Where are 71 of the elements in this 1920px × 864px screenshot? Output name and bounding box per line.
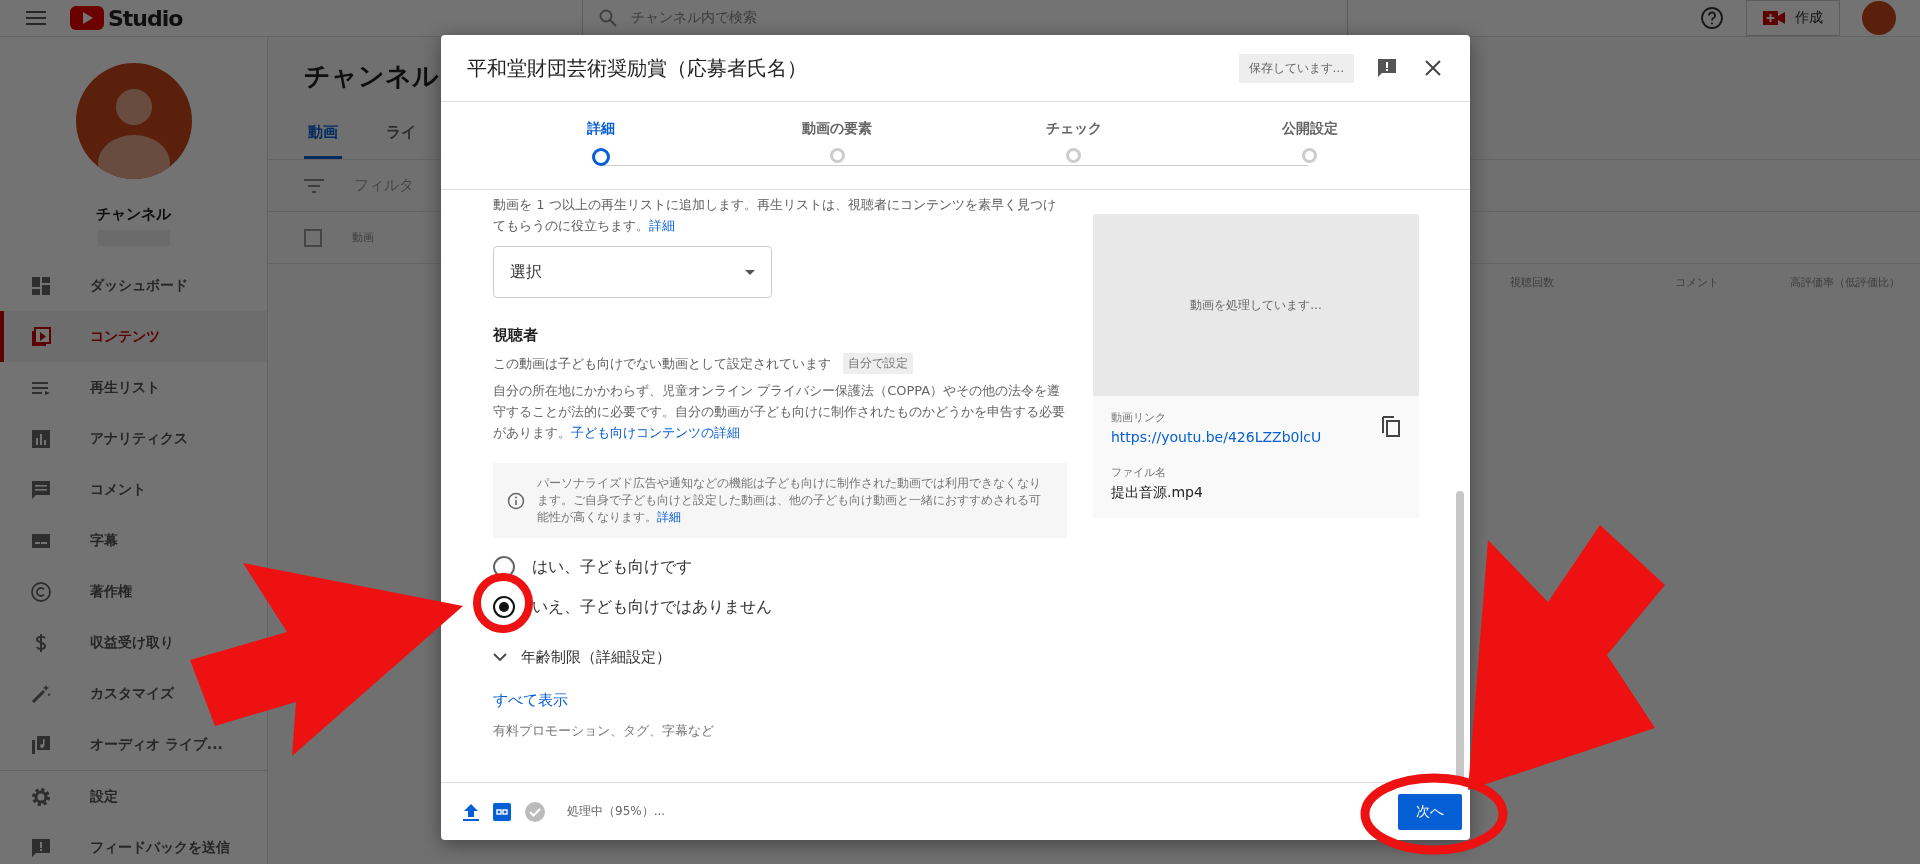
- info-icon: [507, 491, 525, 510]
- sidebar-item[interactable]: カスタマイズ: [0, 668, 182, 719]
- show-all-hint: 有料プロモーション、タグ、字幕など: [493, 722, 715, 740]
- details-link[interactable]: 詳細: [649, 218, 675, 233]
- dialog-title: 平和堂財団芸術奨励賞（応募者氏名）: [467, 54, 808, 82]
- sidebar-item[interactable]: コンテンツ: [0, 311, 267, 362]
- video-camera-icon: [1763, 11, 1785, 25]
- video-library-icon: [30, 325, 52, 348]
- section-heading: 視聴者: [493, 326, 539, 345]
- bar-chart-icon: [30, 427, 52, 450]
- field-label: 動画リンク: [1111, 410, 1167, 425]
- show-all-link[interactable]: すべて表示: [493, 691, 568, 710]
- tab[interactable]: ライ: [382, 113, 420, 159]
- sidebar-item[interactable]: ダッシュボード: [0, 260, 196, 311]
- dashboard-icon: [30, 274, 52, 297]
- sidebar-item[interactable]: フィードバックを送信: [0, 822, 238, 864]
- file-name: 提出音源.mp4: [1111, 484, 1204, 502]
- kids-content-link[interactable]: 子ども向けコンテンツの詳細: [571, 425, 740, 440]
- video-preview: 動画を処理しています...: [1093, 214, 1419, 396]
- video-link[interactable]: https://youtu.be/426LZZb0lcU: [1111, 429, 1322, 445]
- chevron-icon: [493, 653, 507, 662]
- audience-status: この動画は子ども向けでない動画として設定されています: [493, 355, 831, 373]
- sidebar-item[interactable]: 再生リスト: [0, 362, 168, 413]
- channel-name: チャンネル: [95, 205, 172, 224]
- playlist-select[interactable]: 選択: [493, 246, 772, 298]
- details-link[interactable]: 詳細: [657, 510, 681, 524]
- create-button[interactable]: 作成: [1746, 0, 1840, 36]
- sidebar-item[interactable]: 設定: [0, 771, 126, 822]
- music-library-icon: [30, 733, 52, 756]
- feedback-icon: [30, 836, 52, 859]
- stepper-step[interactable]: 動画の要素: [719, 102, 956, 189]
- radio-option[interactable]: はい、子ども向けです: [493, 556, 1067, 578]
- sidebar-item[interactable]: 収益受け取り: [0, 617, 182, 668]
- stepper-step[interactable]: チェック: [955, 102, 1192, 189]
- play-logo-icon: [70, 6, 104, 30]
- menu-icon[interactable]: [26, 10, 46, 26]
- tab[interactable]: 動画: [304, 113, 342, 159]
- page-title: チャンネル: [304, 60, 439, 93]
- radio-option[interactable]: いえ、子ども向けではありません: [493, 596, 1067, 618]
- audience-description: 自分の所在地にかかわらず、児童オンライン プライバシー保護法（COPPA）やその他の法令を遵守することが法的に必要です。自分の動画が子ども向けに制作されたものかどうかを申告する必要があります。子ども向けコンテンツの詳細: [493, 382, 1066, 442]
- next-button[interactable]: 次へ: [1398, 793, 1462, 830]
- sidebar-item[interactable]: コメント: [0, 464, 154, 515]
- stepper-step[interactable]: 公開設定: [1191, 102, 1428, 189]
- copyright-icon: [30, 580, 52, 603]
- settings-icon: [30, 785, 52, 808]
- highlight-ring: [473, 573, 533, 633]
- radio-button[interactable]: [493, 596, 515, 618]
- copy-icon[interactable]: [1381, 414, 1401, 438]
- field-label: ファイル名: [1111, 465, 1167, 480]
- sidebar-item[interactable]: オーディオ ライブ...: [0, 719, 231, 770]
- upload-icon: [463, 802, 479, 821]
- sidebar-item[interactable]: アナリティクス: [0, 413, 196, 464]
- audience-badge: 自分で設定: [843, 353, 913, 374]
- age-restriction-toggle[interactable]: 年齢制限（詳細設定）: [493, 648, 1067, 667]
- info-text: パーソナライズド広告や通知などの機能は子ども向けに制作された動画では利用できなくなります。ご自身で子ども向けと設定した動画は、他の子ども向け動画と一緒におすすめされる可能性が高くなります。詳細: [537, 475, 1042, 526]
- comment-icon: [30, 478, 52, 501]
- hd-icon: [493, 802, 511, 821]
- caret-icon: [745, 269, 755, 275]
- logo-text: Studio: [108, 5, 183, 31]
- sidebar-item[interactable]: 字幕: [0, 515, 126, 566]
- processing-status: 処理中（95%）...: [567, 803, 666, 820]
- saving-status: 保存しています...: [1238, 53, 1354, 83]
- avatar[interactable]: [1862, 1, 1896, 35]
- select-all-checkbox[interactable]: [304, 228, 322, 247]
- filter-icon[interactable]: [304, 178, 324, 193]
- stepper-step[interactable]: 詳細: [483, 102, 720, 189]
- sidebar-item[interactable]: 著作権: [0, 566, 140, 617]
- search-icon: [599, 8, 618, 27]
- check-circle-icon: [525, 801, 545, 822]
- help-icon[interactable]: [1700, 6, 1724, 30]
- playlist-description: 動画を 1 つ以上の再生リストに追加します。再生リストは、視聴者にコンテンツを素早く見つけてもらうのに役立ちます。詳細: [493, 196, 1057, 235]
